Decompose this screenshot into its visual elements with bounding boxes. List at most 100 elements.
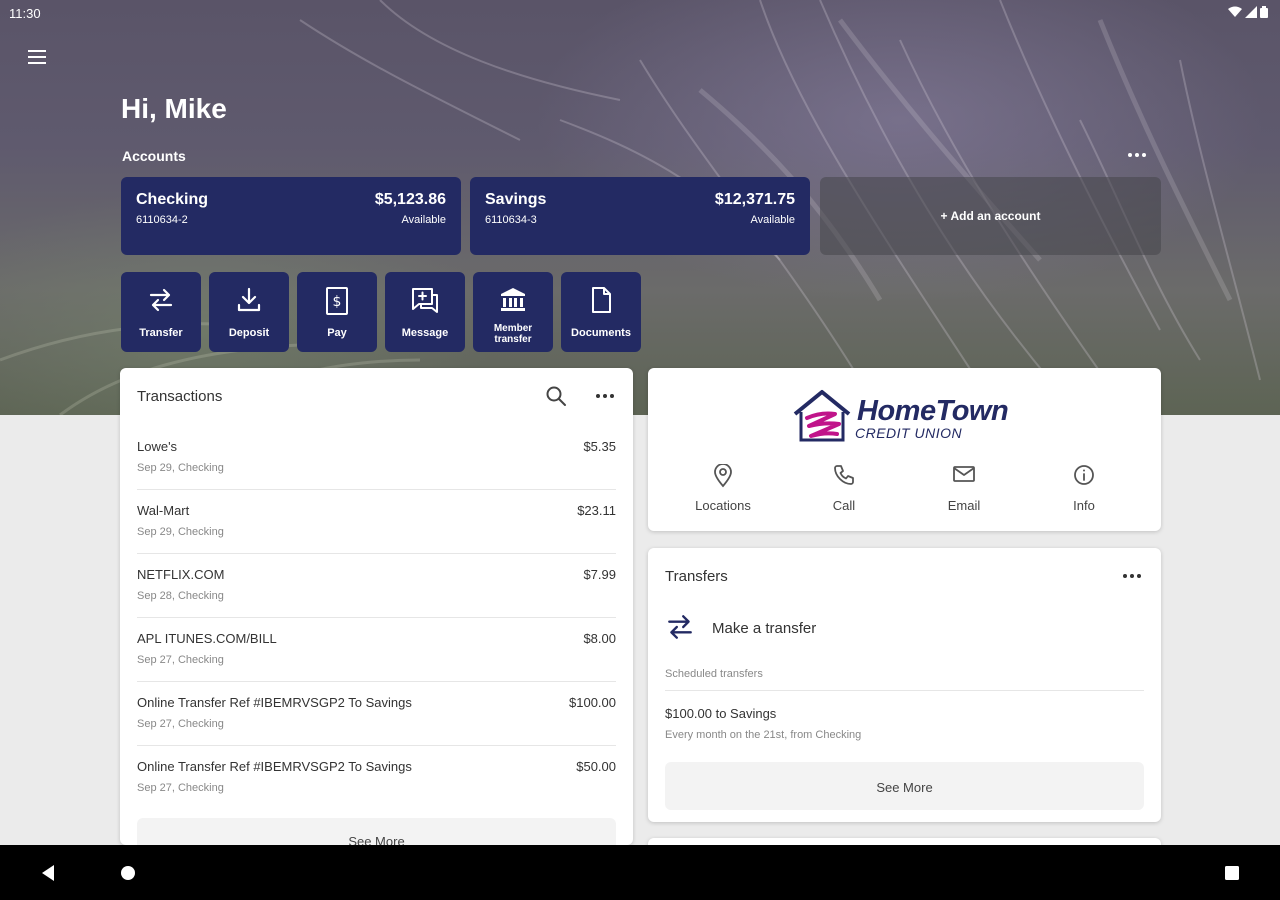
accounts-more-button[interactable] — [1124, 146, 1150, 162]
hamburger-menu-icon — [28, 50, 46, 64]
scheduled-transfers-label: Scheduled transfers — [665, 668, 763, 680]
transaction-meta: Sep 29, Checking — [137, 462, 224, 474]
more-horizontal-icon — [1123, 574, 1141, 578]
wifi-icon — [1228, 6, 1242, 17]
contact-label: Call — [832, 498, 856, 513]
more-horizontal-icon — [596, 394, 614, 398]
navigation-bar — [0, 845, 1280, 900]
status-icons — [1228, 6, 1268, 18]
house-logo-icon — [793, 390, 851, 442]
table-row[interactable]: Wal-Mart Sep 29, Checking $23.11 — [137, 490, 616, 554]
transaction-amount: $7.99 — [583, 567, 616, 582]
email-button[interactable]: Email — [909, 460, 1019, 516]
brand-subtitle: CREDIT UNION — [855, 425, 963, 441]
transaction-merchant: Online Transfer Ref #IBEMRVSGP2 To Savin… — [137, 695, 412, 710]
action-label: Transfer — [139, 327, 183, 339]
search-icon — [546, 386, 566, 406]
phone-icon — [834, 465, 854, 485]
transaction-amount: $100.00 — [569, 695, 616, 710]
transactions-search-button[interactable] — [544, 384, 568, 408]
documents-button[interactable]: Documents — [561, 272, 641, 352]
account-number: 6110634-2 — [136, 214, 188, 226]
transaction-meta: Sep 27, Checking — [137, 654, 224, 666]
message-icon — [412, 288, 438, 313]
add-account-button[interactable]: + Add an account — [820, 177, 1161, 255]
deposit-icon — [237, 287, 261, 312]
recents-button[interactable] — [1218, 859, 1246, 887]
transaction-amount: $23.11 — [577, 503, 616, 518]
account-name: Savings — [485, 191, 547, 208]
bank-icon — [501, 288, 525, 311]
transaction-merchant: Online Transfer Ref #IBEMRVSGP2 To Savin… — [137, 759, 412, 774]
transactions-more-button[interactable] — [594, 388, 616, 402]
more-horizontal-icon — [1128, 153, 1146, 157]
battery-icon — [1260, 6, 1268, 18]
locations-button[interactable]: Locations — [668, 460, 778, 516]
home-circle-icon — [121, 866, 135, 880]
transfer-icon — [668, 615, 692, 639]
contact-label: Info — [1073, 498, 1095, 513]
transaction-merchant: Lowe's — [137, 439, 178, 454]
transactions-title: Transactions — [137, 388, 223, 405]
transaction-meta: Sep 29, Checking — [137, 526, 224, 538]
contact-label: Email — [947, 498, 981, 513]
accounts-label: Accounts — [122, 148, 186, 164]
info-button[interactable]: Info — [1029, 460, 1139, 516]
table-row[interactable]: NETFLIX.COM Sep 28, Checking $7.99 — [137, 554, 616, 618]
location-pin-icon — [714, 464, 732, 488]
call-button[interactable]: Call — [789, 460, 899, 516]
email-icon — [953, 466, 975, 482]
back-triangle-icon — [42, 865, 54, 881]
transaction-amount: $50.00 — [576, 759, 616, 774]
pay-button[interactable]: $ Pay — [297, 272, 377, 352]
transfer-icon — [149, 288, 173, 312]
transfer-button[interactable]: Transfer — [121, 272, 201, 352]
transactions-card: Transactions Lowe's Sep 29, Checking $5.… — [120, 368, 633, 845]
info-icon — [1074, 465, 1094, 485]
transaction-merchant: APL ITUNES.COM/BILL — [137, 631, 277, 646]
table-row[interactable]: Lowe's Sep 29, Checking $5.35 — [137, 426, 616, 490]
table-row[interactable]: APL ITUNES.COM/BILL Sep 27, Checking $8.… — [137, 618, 616, 682]
action-label-line2: transfer — [494, 334, 532, 345]
transaction-amount: $8.00 — [583, 631, 616, 646]
action-label: Documents — [571, 327, 631, 339]
pay-icon: $ — [326, 287, 348, 315]
transaction-amount: $5.35 — [583, 439, 616, 454]
recents-square-icon — [1225, 866, 1239, 880]
table-row[interactable]: Online Transfer Ref #IBEMRVSGP2 To Savin… — [137, 682, 616, 746]
message-button[interactable]: Message — [385, 272, 465, 352]
deposit-button[interactable]: Deposit — [209, 272, 289, 352]
transaction-meta: Sep 27, Checking — [137, 782, 224, 794]
divider — [665, 690, 1144, 691]
transaction-merchant: Wal-Mart — [137, 503, 190, 518]
scheduled-transfer-title[interactable]: $100.00 to Savings — [665, 706, 776, 721]
account-name: Checking — [136, 191, 209, 208]
transactions-see-more-button[interactable]: See More — [137, 818, 616, 845]
hometown-logo: HomeTown CREDIT UNION — [791, 386, 1021, 446]
account-card-savings[interactable]: Savings 6110634-3 $12,371.75 Available — [470, 177, 810, 255]
home-button[interactable] — [114, 859, 142, 887]
transaction-meta: Sep 27, Checking — [137, 718, 224, 730]
account-number: 6110634-3 — [485, 214, 537, 226]
credit-union-card: HomeTown CREDIT UNION Locations Call Ema… — [648, 368, 1161, 531]
table-row[interactable]: Online Transfer Ref #IBEMRVSGP2 To Savin… — [137, 746, 616, 810]
brand-name: HomeTown — [857, 395, 1009, 427]
transfers-card: Transfers Make a transfer Scheduled tran… — [648, 548, 1161, 822]
action-label: Deposit — [228, 327, 270, 339]
action-label: Pay — [327, 327, 347, 339]
transaction-merchant: NETFLIX.COM — [137, 567, 225, 582]
transaction-meta: Sep 28, Checking — [137, 590, 224, 602]
signal-icon — [1245, 6, 1257, 18]
transfers-see-more-button[interactable]: See More — [665, 762, 1144, 810]
status-time: 11:30 — [9, 6, 41, 21]
menu-button[interactable] — [22, 42, 52, 72]
account-card-checking[interactable]: Checking 6110634-2 $5,123.86 Available — [121, 177, 461, 255]
account-balance-label: Available — [750, 214, 795, 226]
make-transfer-button[interactable]: Make a transfer — [665, 608, 1144, 648]
transfers-more-button[interactable] — [1121, 568, 1143, 582]
back-button[interactable] — [34, 859, 62, 887]
member-transfer-button[interactable]: Member transfer — [473, 272, 553, 352]
status-bar: 11:30 — [0, 0, 1280, 26]
account-balance: $12,371.75 — [714, 191, 795, 208]
document-icon — [592, 287, 611, 313]
